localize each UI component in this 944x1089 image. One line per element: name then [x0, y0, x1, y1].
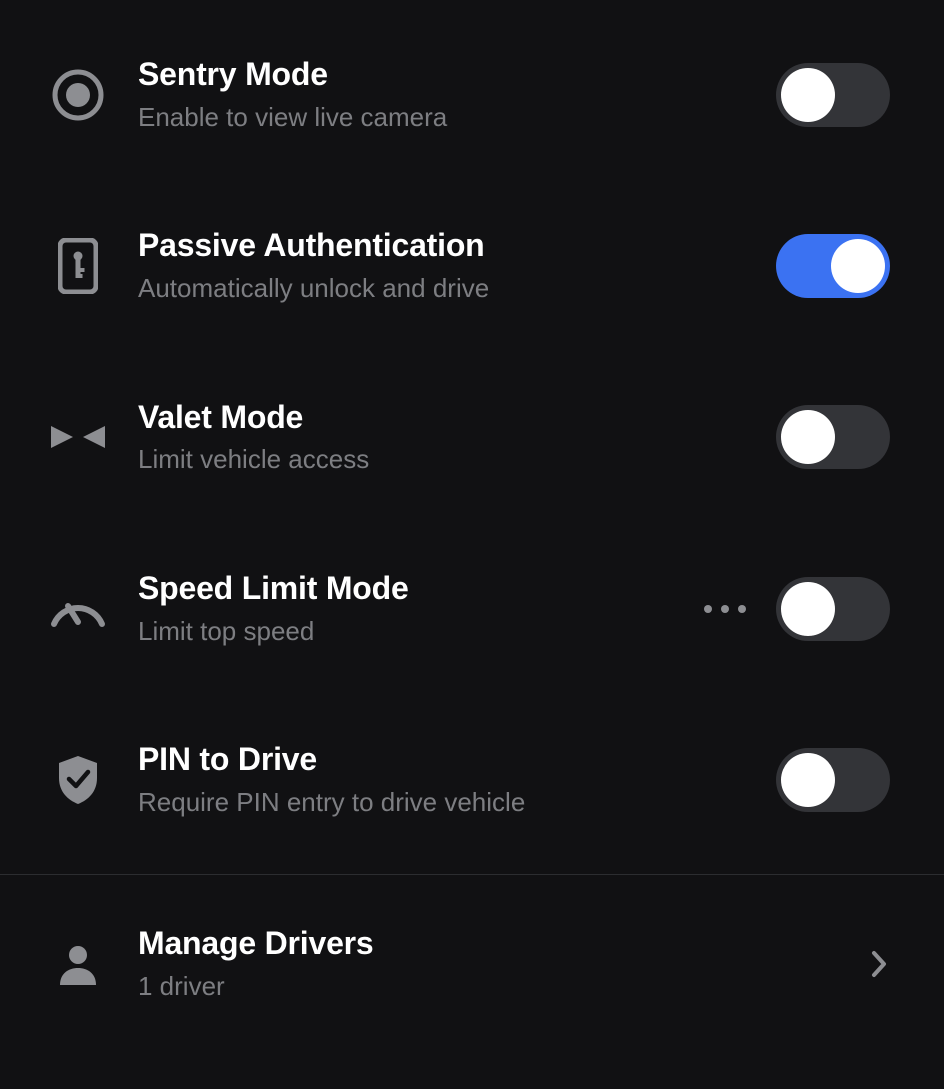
- sentry-mode-text: Sentry Mode Enable to view live camera: [138, 56, 756, 133]
- speed-limit-toggle[interactable]: [776, 577, 890, 641]
- passive-auth-title: Passive Authentication: [138, 227, 756, 264]
- pin-to-drive-toggle[interactable]: [776, 748, 890, 812]
- passive-auth-subtitle: Automatically unlock and drive: [138, 272, 756, 305]
- sentry-mode-row[interactable]: Sentry Mode Enable to view live camera: [0, 0, 944, 189]
- sentry-mode-icon: [48, 65, 108, 125]
- speed-limit-text: Speed Limit Mode Limit top speed: [138, 570, 684, 647]
- valet-mode-title: Valet Mode: [138, 399, 756, 436]
- passive-auth-row[interactable]: Passive Authentication Automatically unl…: [0, 189, 944, 360]
- valet-mode-text: Valet Mode Limit vehicle access: [138, 399, 756, 476]
- valet-mode-row[interactable]: Valet Mode Limit vehicle access: [0, 361, 944, 532]
- bowtie-icon: [48, 407, 108, 467]
- manage-drivers-subtitle: 1 driver: [138, 970, 848, 1003]
- pin-to-drive-row[interactable]: PIN to Drive Require PIN entry to drive …: [0, 703, 944, 874]
- sentry-mode-title: Sentry Mode: [138, 56, 756, 93]
- valet-mode-toggle[interactable]: [776, 405, 890, 469]
- speedometer-icon: [48, 579, 108, 639]
- speed-limit-more-icon[interactable]: [704, 605, 746, 613]
- speed-limit-title: Speed Limit Mode: [138, 570, 684, 607]
- pin-to-drive-text: PIN to Drive Require PIN entry to drive …: [138, 741, 756, 818]
- speed-limit-subtitle: Limit top speed: [138, 615, 684, 648]
- passive-auth-toggle[interactable]: [776, 234, 890, 298]
- person-icon: [48, 934, 108, 994]
- security-settings-list: Sentry Mode Enable to view live camera P…: [0, 0, 944, 1053]
- key-card-icon: [48, 236, 108, 296]
- pin-to-drive-title: PIN to Drive: [138, 741, 756, 778]
- passive-auth-text: Passive Authentication Automatically unl…: [138, 227, 756, 304]
- manage-drivers-text: Manage Drivers 1 driver: [138, 925, 848, 1002]
- pin-to-drive-subtitle: Require PIN entry to drive vehicle: [138, 786, 756, 819]
- manage-drivers-title: Manage Drivers: [138, 925, 848, 962]
- sentry-mode-toggle[interactable]: [776, 63, 890, 127]
- chevron-right-icon: [868, 953, 890, 975]
- valet-mode-subtitle: Limit vehicle access: [138, 443, 756, 476]
- sentry-mode-subtitle: Enable to view live camera: [138, 101, 756, 134]
- shield-check-icon: [48, 750, 108, 810]
- speed-limit-row[interactable]: Speed Limit Mode Limit top speed: [0, 532, 944, 703]
- manage-drivers-row[interactable]: Manage Drivers 1 driver: [0, 875, 944, 1052]
